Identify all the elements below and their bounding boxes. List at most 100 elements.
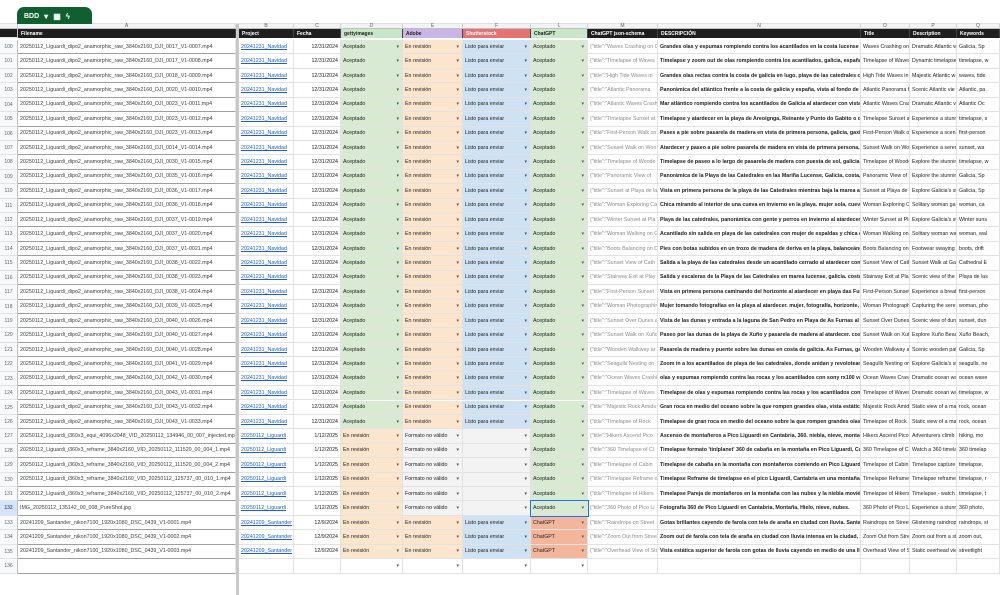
cell-adobe[interactable]: En revisión	[403, 256, 463, 271]
row-number[interactable]: 120	[0, 328, 18, 343]
cell-title[interactable]: Timelapse Reframe c	[861, 472, 910, 487]
cell-proj[interactable]: 20250112_Liguardi	[239, 429, 294, 444]
cell-shutter[interactable]	[463, 472, 531, 487]
cell-schema[interactable]: {"title":"Atlantic Waves Crash	[588, 97, 658, 113]
cell-proj[interactable]: 20241231_Navidad	[239, 40, 294, 55]
cell-desc[interactable]	[658, 559, 861, 574]
cell-adobe[interactable]: En revisión	[403, 213, 463, 228]
cell-date[interactable]: 12/31/2024	[294, 414, 341, 430]
cell-schema[interactable]: {"title":"Woman Walking on Gi	[588, 227, 658, 242]
row-number[interactable]: 129	[0, 458, 18, 473]
cell-date[interactable]: 12/31/2024	[294, 198, 341, 214]
cell-adobe[interactable]: En revisión	[403, 386, 463, 401]
cell-adobe[interactable]: Formato no válido	[403, 501, 463, 516]
cell-chat[interactable]: Aceptado	[531, 443, 588, 459]
row-number[interactable]: 119	[0, 313, 18, 329]
cell-adobe[interactable]: En revisión	[403, 544, 463, 560]
cell-getty[interactable]: Aceptado	[341, 241, 403, 257]
cell-desc[interactable]: Zoom in a los acantilados de playa de la…	[658, 357, 861, 372]
cell-getty[interactable]: En revisión	[341, 472, 403, 487]
cell-title[interactable]: Overhead View of Str	[861, 544, 910, 560]
cell-date[interactable]: 12/9/2024	[294, 544, 341, 560]
cell-kw[interactable]: boots, drift	[957, 241, 1000, 257]
row-number[interactable]: 117	[0, 285, 18, 300]
cell-schema[interactable]: {"title":"Timelapse of Waves	[588, 54, 658, 69]
cell-schema[interactable]: {"title":"Sunset View of Cath	[588, 256, 658, 271]
cell-chat[interactable]: Aceptado	[531, 112, 588, 127]
cell-adobe[interactable]: Formato no válido	[403, 487, 463, 502]
cell-title[interactable]: Boots Balancing on D	[861, 241, 910, 257]
cell-kw[interactable]: timelapse, w	[957, 155, 1000, 170]
row-number[interactable]: 109	[0, 169, 18, 185]
cell-title[interactable]: Timelapse of Cabin i	[861, 458, 910, 473]
cell-shutter[interactable]: Listo para enviar	[463, 169, 531, 185]
header-fecha[interactable]: Fecha	[294, 29, 341, 38]
cell-desc[interactable]: Playa de las catedrales, panorámica con …	[658, 213, 861, 228]
cell-proj[interactable]: 20241231_Navidad	[239, 285, 294, 300]
row-number[interactable]: 110	[0, 184, 18, 199]
cell-adobe[interactable]: En revisión	[403, 270, 463, 286]
cell-shutter[interactable]: Listo para enviar	[463, 285, 531, 300]
cell-date[interactable]	[294, 559, 341, 574]
cell-proj[interactable]: 20241231_Navidad	[239, 371, 294, 387]
cell-getty[interactable]: En revisión	[341, 458, 403, 473]
row-number[interactable]: 126	[0, 414, 18, 430]
cell-proj[interactable]: 20241231_Navidad	[239, 400, 294, 415]
cell-desc[interactable]: Zoom out de farola con tela de araña en …	[658, 530, 861, 545]
cell-shutter[interactable]: Listo para enviar	[463, 342, 531, 358]
cell-date[interactable]: 12/31/2024	[294, 184, 341, 199]
header-description[interactable]: Description	[910, 29, 957, 38]
cell-adobe[interactable]: En revisión	[403, 357, 463, 372]
header-schema[interactable]: ChatGPT json-schema	[588, 29, 658, 38]
cell-d2[interactable]: Timelapse reframe	[910, 472, 957, 487]
cell-date[interactable]: 12/31/2024	[294, 83, 341, 98]
cell-proj[interactable]: 20241209_Santander	[239, 530, 294, 545]
cell-proj[interactable]: 20241231_Navidad	[239, 169, 294, 185]
cell-proj[interactable]: 20241231_Navidad	[239, 97, 294, 113]
cell-file[interactable]: 20250112_Liguardi_dipo2_anamorphic_raw_3…	[18, 126, 236, 141]
cell-kw[interactable]: timelapse, w	[957, 386, 1000, 401]
cell-shutter[interactable]: Listo para enviar	[463, 270, 531, 286]
cell-chat[interactable]: Aceptado	[531, 40, 588, 55]
cell-chat[interactable]: Aceptado	[531, 256, 588, 271]
row-number[interactable]: 130	[0, 472, 18, 487]
cell-date[interactable]: 12/31/2024	[294, 241, 341, 257]
cell-adobe[interactable]: En revisión	[403, 169, 463, 185]
cell-date[interactable]: 1/12/2025	[294, 443, 341, 459]
cell-kw[interactable]: timelapse,	[957, 458, 1000, 473]
cell-schema[interactable]: {"title":"Overhead View of Str	[588, 544, 658, 560]
cell-title[interactable]: Timelapse Sunset at	[861, 112, 910, 127]
cell-date[interactable]: 12/31/2024	[294, 285, 341, 300]
cell-chat[interactable]: Aceptado	[531, 342, 588, 358]
cell-schema[interactable]: {"title":"Timelapse of Waves	[588, 386, 658, 401]
cell-schema[interactable]: {"title":"Ocean Waves Crashin	[588, 371, 658, 387]
cell-schema[interactable]: {"title":"Timelapse of Cabin	[588, 458, 658, 473]
cell-d2[interactable]: Adventurers climb	[910, 429, 957, 444]
cell-d2[interactable]: Footwear swaying	[910, 241, 957, 257]
cell-getty[interactable]: Aceptado	[341, 140, 403, 156]
cell-schema[interactable]: {"title":"Timelapse Reframe o	[588, 472, 658, 487]
row-number[interactable]: 116	[0, 270, 18, 286]
cell-title[interactable]: Ocean Waves Crashi	[861, 371, 910, 387]
cell-file[interactable]: 20250112_Liguardi_dipo2_anamorphic_raw_3…	[18, 112, 236, 127]
cell-desc[interactable]: Timelapse de gran roca en medio del ocea…	[658, 414, 861, 430]
cell-shutter[interactable]: Listo para enviar	[463, 40, 531, 55]
cell-chat[interactable]: Aceptado	[531, 54, 588, 69]
cell-file[interactable]: 20250112_Liguardi_dipo2_anamorphic_raw_3…	[18, 357, 236, 372]
cell-d2[interactable]: Timelapse - watch	[910, 487, 957, 502]
cell-title[interactable]	[861, 559, 910, 574]
cell-title[interactable]: Panoramic View of F	[861, 169, 910, 185]
cell-schema[interactable]: {"title":"First-Person Sunset	[588, 285, 658, 300]
cell-kw[interactable]: woman, wal	[957, 227, 1000, 242]
cell-chat[interactable]: Aceptado	[531, 472, 588, 487]
row-number[interactable]: 103	[0, 83, 18, 98]
cell-file[interactable]: 20250112_Liguardi_dipo2_anamorphic_raw_3…	[18, 184, 236, 199]
cell-proj[interactable]: 20241231_Navidad	[239, 112, 294, 127]
cell-title[interactable]: Zoom Out from Stree	[861, 530, 910, 545]
cell-kw[interactable]: Galicia, Sp	[957, 40, 1000, 55]
row-number[interactable]: 132	[0, 501, 18, 516]
cell-kw[interactable]: streetlight	[957, 544, 1000, 560]
cell-desc[interactable]: Timelapse de cabaña en la montaña con mo…	[658, 458, 861, 473]
cell-schema[interactable]: {"title":"360 Photo of Pico Li	[588, 501, 658, 516]
cell-shutter[interactable]: Listo para enviar	[463, 68, 531, 84]
